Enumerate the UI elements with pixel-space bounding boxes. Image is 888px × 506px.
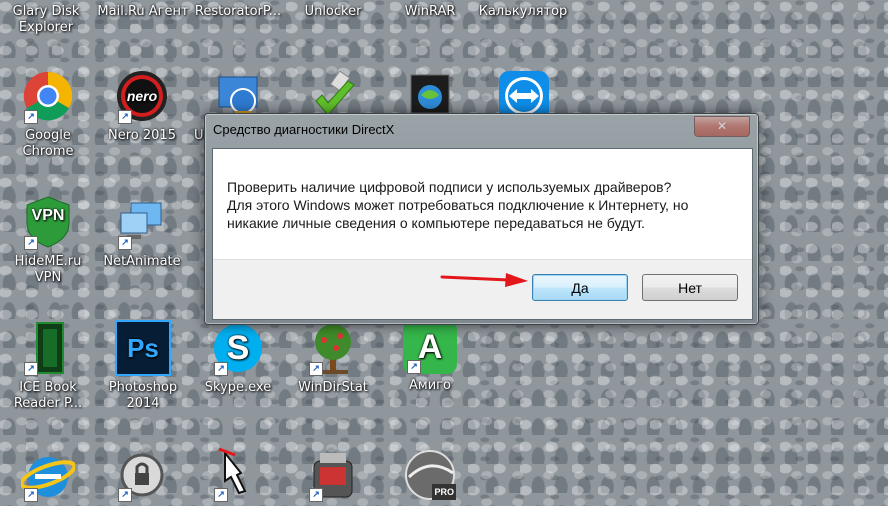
- desktop-icon-cleaner[interactable]: ↗: [287, 446, 379, 506]
- icon-label: Skype.exe: [204, 380, 272, 395]
- close-icon: ✕: [716, 119, 728, 133]
- desktop-icon-google-chrome[interactable]: ↗ Google Chrome: [2, 68, 94, 160]
- icon-label: Амиго: [409, 378, 451, 393]
- pro-badge: PRO: [432, 484, 456, 500]
- chrome-icon: ↗: [20, 68, 76, 124]
- icon-label: NetAnimate: [103, 254, 181, 269]
- icon-label: ICE Book Reader P...: [13, 380, 83, 411]
- icon-label: Unlocker: [304, 4, 362, 19]
- desktop-icon-nero-2015[interactable]: nero ↗ Nero 2015: [96, 68, 188, 144]
- icon-label: Photoshop 2014: [108, 380, 178, 411]
- tree-icon: ↗: [305, 320, 361, 376]
- message-line-2: Для этого Windows может потребоваться по…: [227, 197, 689, 213]
- shortcut-arrow-icon: ↗: [24, 236, 38, 250]
- red-arrow-annotation-icon: [440, 273, 528, 287]
- desktop-icon-netanimate[interactable]: ↗ NetAnimate: [96, 194, 188, 270]
- dialog-message: Проверить наличие цифровой подписи у исп…: [227, 178, 737, 232]
- message-line-3: никакие личные сведения о компьютере пер…: [227, 215, 645, 231]
- shortcut-arrow-icon: ↗: [214, 362, 228, 376]
- cleaner-icon: ↗: [305, 446, 361, 502]
- desktop-icon-google-earth-pro[interactable]: PRO: [384, 446, 476, 506]
- shortcut-arrow-icon: ↗: [309, 362, 323, 376]
- network-computers-icon: ↗: [114, 194, 170, 250]
- shortcut-arrow-icon: ↗: [24, 110, 38, 124]
- shortcut-arrow-icon: ↗: [24, 362, 38, 376]
- icon-label: Glary Disk Explorer: [12, 4, 80, 35]
- desktop-icon-skype[interactable]: S ↗ Skype.exe: [192, 320, 284, 396]
- desktop-icon-glary-disk-explorer[interactable]: Glary Disk Explorer: [0, 4, 92, 36]
- book-reader-icon: ↗: [20, 320, 76, 376]
- vpn-shield-icon: VPN ↗: [20, 194, 76, 250]
- icon-label: WinDirStat: [298, 380, 368, 395]
- shortcut-arrow-icon: ↗: [118, 488, 132, 502]
- no-button[interactable]: Нет: [642, 274, 738, 301]
- skype-icon: S ↗: [210, 320, 266, 376]
- desktop-icon-mailru-agent[interactable]: Mail.Ru Агент: [97, 4, 189, 20]
- amigo-logo-text: A: [417, 328, 443, 366]
- skype-logo-text: S: [226, 329, 250, 367]
- desktop-icon-winrar[interactable]: WinRAR: [384, 4, 476, 20]
- dialog-client-area: Проверить наличие цифровой подписи у исп…: [212, 148, 753, 320]
- desktop-icon-amigo[interactable]: A ↗ Амиго: [384, 320, 476, 394]
- nero-icon: nero ↗: [114, 68, 170, 124]
- shortcut-arrow-icon: ↗: [214, 488, 228, 502]
- padlock-icon: ↗: [114, 446, 170, 502]
- dialog-titlebar[interactable]: Средство диагностики DirectX ✕: [205, 114, 758, 144]
- internet-explorer-icon: ↗: [20, 446, 76, 502]
- desktop-icon-calculator[interactable]: Калькулятор: [477, 4, 569, 20]
- desktop-icon-hideme-vpn[interactable]: VPN ↗ HideME.ru VPN: [2, 194, 94, 286]
- earth-globe-icon: PRO: [402, 446, 458, 502]
- shortcut-arrow-icon: ↗: [118, 110, 132, 124]
- desktop-icon-restorator[interactable]: RestoratorP...: [192, 4, 284, 20]
- hand-cursor-icon: ↗: [210, 446, 266, 502]
- shortcut-arrow-icon: ↗: [24, 488, 38, 502]
- shortcut-arrow-icon: ↗: [118, 236, 132, 250]
- icon-label: Калькулятор: [478, 4, 568, 19]
- yes-button[interactable]: Да: [532, 274, 628, 301]
- desktop-icon-windirstat[interactable]: ↗ WinDirStat: [287, 320, 379, 396]
- desktop-icon-ice-book-reader[interactable]: ↗ ICE Book Reader P...: [2, 320, 94, 412]
- message-line-1: Проверить наличие цифровой подписи у исп…: [227, 179, 672, 195]
- amigo-icon: A ↗: [403, 320, 457, 374]
- vpn-logo-text: VPN: [31, 207, 65, 224]
- nero-logo-text: nero: [126, 88, 158, 104]
- ps-logo-text: Ps: [127, 333, 159, 363]
- desktop-icon-unlocker[interactable]: Unlocker: [287, 4, 379, 20]
- icon-label: WinRAR: [404, 4, 456, 19]
- icon-label: Google Chrome: [22, 128, 74, 159]
- photoshop-icon: Ps: [115, 320, 171, 376]
- desktop-icon-lock-utility[interactable]: ↗: [96, 446, 188, 506]
- icon-label: RestoratorP...: [194, 4, 282, 19]
- shortcut-arrow-icon: ↗: [309, 488, 323, 502]
- close-button[interactable]: ✕: [694, 116, 750, 137]
- icon-label: HideME.ru VPN: [14, 254, 82, 285]
- icon-label: Nero 2015: [108, 128, 176, 143]
- desktop-icon-cursor-app[interactable]: ↗: [192, 446, 284, 506]
- dialog-title: Средство диагностики DirectX: [213, 122, 395, 137]
- directx-diagnostic-dialog: Средство диагностики DirectX ✕ Проверить…: [204, 113, 759, 325]
- icon-label: Mail.Ru Агент: [97, 4, 189, 19]
- shortcut-arrow-icon: ↗: [407, 360, 421, 374]
- desktop-icon-internet-explorer[interactable]: ↗: [2, 446, 94, 506]
- desktop-icon-photoshop-2014[interactable]: Ps Photoshop 2014: [97, 320, 189, 412]
